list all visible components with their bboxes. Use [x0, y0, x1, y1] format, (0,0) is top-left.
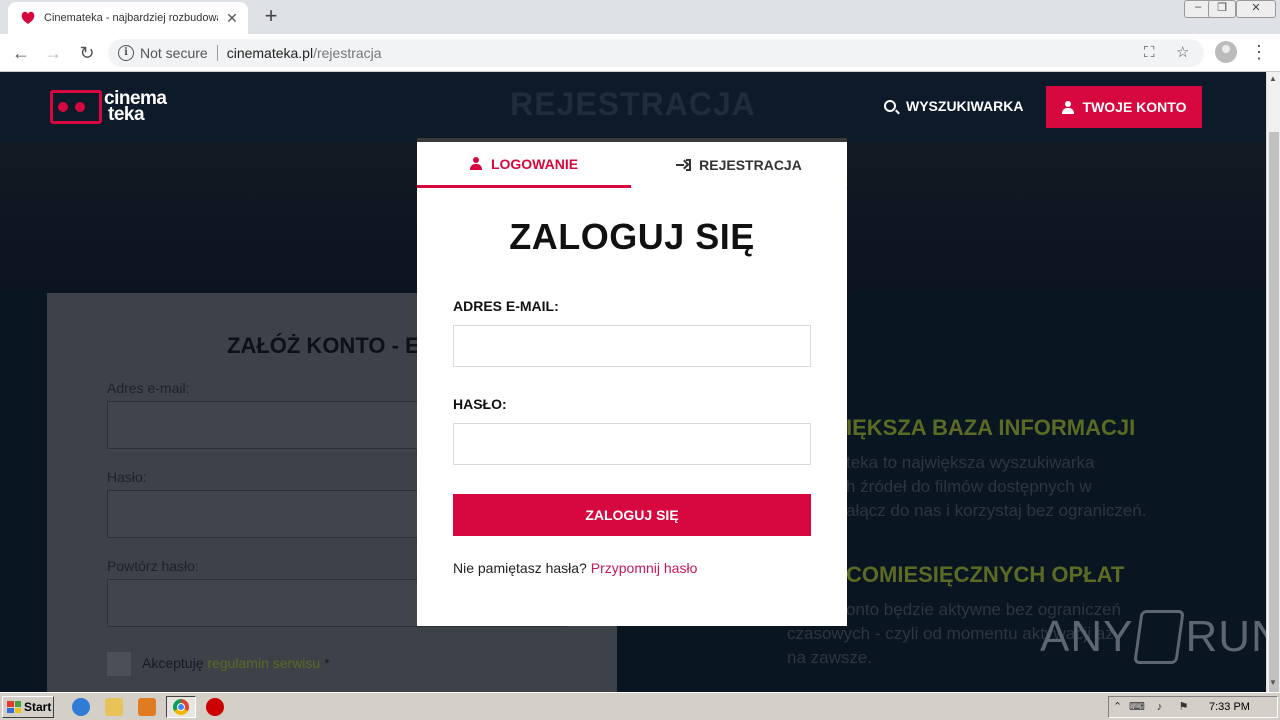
- tab-login[interactable]: LOGOWANIE: [417, 142, 631, 188]
- divider: [216, 45, 218, 61]
- search-label: WYSZUKIWARKA: [906, 98, 1024, 114]
- site-header: cinema teka REJESTRACJA WYSZUKIWARKA TWO…: [0, 72, 1266, 142]
- tab-register-label: REJESTRACJA: [699, 157, 802, 173]
- restore-button[interactable]: ❐: [1208, 0, 1236, 18]
- user-icon: [1061, 100, 1074, 114]
- login-submit-button[interactable]: ZALOGUJ SIĘ: [453, 494, 811, 536]
- info-icon[interactable]: i: [118, 45, 134, 61]
- terms-checkbox[interactable]: [107, 652, 131, 676]
- page-scrollbar[interactable]: ▲ ▼: [1266, 72, 1280, 692]
- menu-dots-icon[interactable]: ⋮: [1250, 41, 1268, 63]
- email-field[interactable]: [453, 325, 811, 367]
- required-mark: *: [320, 655, 330, 671]
- forgot-password-link[interactable]: Przypomnij hasło: [591, 560, 698, 576]
- system-tray: ⌃ ⌨ ♪ ⚑ 7:33 PM: [1108, 696, 1278, 718]
- password-label: HASŁO:: [453, 396, 507, 412]
- profile-avatar-icon[interactable]: [1215, 41, 1237, 63]
- anyrun-watermark: ANY RUN: [1040, 610, 1266, 664]
- accept-label: Akceptuję: [142, 655, 204, 671]
- back-arrow-icon[interactable]: ←: [10, 42, 32, 64]
- reg-email-label: Adres e-mail:: [107, 380, 190, 396]
- flag-icon[interactable]: ⚑: [1177, 701, 1190, 714]
- forward-arrow-icon[interactable]: →: [42, 42, 64, 64]
- url-host[interactable]: cinemateka.pl: [227, 45, 313, 61]
- email-label: ADRES E-MAIL:: [453, 298, 559, 314]
- scrollbar-thumb[interactable]: [1269, 132, 1279, 692]
- internet-explorer-icon[interactable]: [72, 698, 90, 716]
- volume-icon[interactable]: ♪: [1153, 701, 1166, 714]
- terms-accept-text: Akceptuję regulamin serwisu *: [142, 655, 330, 671]
- tab-title: Cinemateka - najbardziej rozbudowa: [44, 12, 218, 24]
- forgot-password-row: Nie pamiętasz hasła? Przypomnij hasło: [453, 560, 697, 576]
- address-bar[interactable]: i Not secure cinemateka.pl/rejestracja ⛶…: [108, 39, 1204, 67]
- close-window-button[interactable]: ✕: [1236, 0, 1276, 18]
- windows-logo-icon: [7, 701, 21, 713]
- tab-close-icon[interactable]: ✕: [224, 10, 240, 27]
- feature-title-1: IĘKSZA BAZA INFORMACJI: [846, 415, 1136, 440]
- forgot-text: Nie pamiętasz hasła?: [453, 560, 587, 576]
- browser-tab[interactable]: Cinemateka - najbardziej rozbudowa ✕: [8, 2, 248, 34]
- reg-repeat-password-label: Powtórz hasło:: [107, 558, 199, 574]
- password-field[interactable]: [453, 423, 811, 465]
- opera-icon[interactable]: [206, 698, 224, 716]
- browser-toolbar: ← → ↻ i Not secure cinemateka.pl/rejestr…: [0, 34, 1280, 72]
- cinemateka-favicon-icon: [21, 11, 35, 24]
- translate-icon[interactable]: ⛶: [1144, 39, 1155, 67]
- watermark-left: ANY: [1040, 612, 1134, 661]
- reload-icon[interactable]: ↻: [76, 42, 98, 64]
- feature-1-line-2: h źródeł do filmów dostępnych w: [846, 477, 1092, 496]
- tab-login-label: LOGOWANIE: [490, 155, 579, 172]
- search-icon: [884, 100, 896, 112]
- watermark-right: RUN: [1185, 612, 1266, 661]
- tab-register[interactable]: REJESTRACJA: [632, 142, 846, 188]
- search-link[interactable]: WYSZUKIWARKA: [884, 98, 1023, 114]
- security-label[interactable]: Not secure: [140, 45, 208, 61]
- page-viewport: cinema teka REJESTRACJA WYSZUKIWARKA TWO…: [0, 72, 1266, 692]
- media-player-icon[interactable]: [138, 698, 156, 716]
- start-label: Start: [24, 700, 52, 714]
- clock[interactable]: 7:33 PM: [1209, 701, 1250, 713]
- windows-taskbar: Start ⌃ ⌨ ♪ ⚑ 7:33 PM: [0, 692, 1280, 720]
- chrome-taskbar-button[interactable]: [166, 696, 196, 718]
- feature-text-1: teka to największa wyszukiwarka h źródeł…: [846, 451, 1206, 523]
- account-button[interactable]: TWOJE KONTO: [1046, 86, 1202, 128]
- scroll-up-icon[interactable]: ▲: [1269, 74, 1277, 83]
- reg-password-label: Hasło:: [107, 469, 147, 485]
- play-icon: [1133, 610, 1186, 664]
- user-icon: [469, 157, 482, 170]
- feature-1-line-1: teka to największa wyszukiwarka: [846, 453, 1095, 472]
- network-icon[interactable]: ⌨: [1129, 701, 1145, 714]
- login-modal: LOGOWANIE REJESTRACJA ZALOGUJ SIĘ ADRES …: [417, 138, 847, 626]
- browser-tab-bar: Cinemateka - najbardziej rozbudowa ✕ + ‒…: [0, 0, 1280, 34]
- bookmark-star-icon[interactable]: ☆: [1176, 39, 1189, 67]
- folder-icon[interactable]: [105, 698, 123, 716]
- feature-1-line-3: ałącz do nas i korzystaj bez ograniczeń.: [846, 501, 1147, 520]
- url-path[interactable]: /rejestracja: [313, 45, 381, 61]
- terms-link[interactable]: regulamin serwisu: [207, 655, 320, 671]
- feature-title-2: COMIESIĘCZNYCH OPŁAT: [846, 562, 1125, 587]
- new-tab-button[interactable]: +: [260, 5, 282, 27]
- chrome-icon: [173, 699, 189, 715]
- modal-tabs: LOGOWANIE REJESTRACJA: [417, 142, 847, 188]
- account-label: TWOJE KONTO: [1082, 99, 1187, 115]
- start-button[interactable]: Start: [2, 696, 54, 718]
- scroll-down-icon[interactable]: ▼: [1269, 678, 1277, 687]
- sign-in-icon: [676, 159, 692, 171]
- tray-expand-icon[interactable]: ⌃: [1111, 701, 1124, 714]
- login-heading: ZALOGUJ SIĘ: [509, 216, 755, 257]
